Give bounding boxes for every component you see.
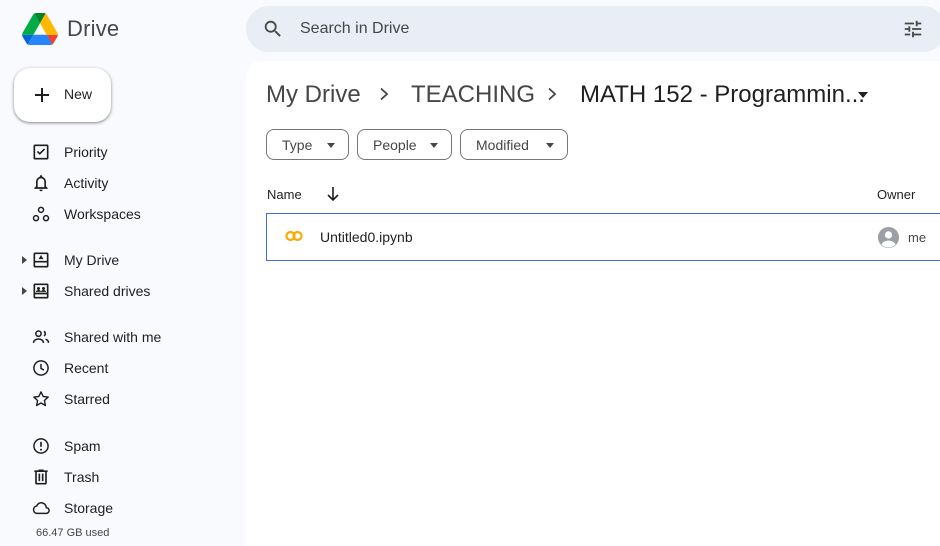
people-icon <box>32 330 50 343</box>
sort-descending-icon[interactable] <box>326 186 340 202</box>
breadcrumb-item-teaching[interactable]: TEACHING <box>411 81 535 109</box>
sidebar-item-label: Trash <box>64 469 100 485</box>
trash-icon <box>34 469 48 485</box>
app-title: Drive <box>67 16 120 41</box>
caret-right-icon[interactable] <box>22 256 28 264</box>
main-panel: My Drive TEACHING MATH 152 - Programmin.… <box>246 61 940 546</box>
sidebar-item-label: Starred <box>64 391 110 407</box>
table-row[interactable]: Untitled0.ipynb me <box>266 213 940 261</box>
chevron-right-icon <box>380 87 389 101</box>
column-header-name[interactable]: Name <box>267 187 302 202</box>
new-button[interactable]: New <box>14 68 111 122</box>
my-drive-icon <box>33 252 49 268</box>
filter-modified-chip[interactable]: Modified <box>460 129 568 160</box>
sidebar-item-my-drive[interactable]: My Drive <box>22 246 242 274</box>
sidebar-item-label: Priority <box>64 144 108 160</box>
shared-drives-icon <box>33 283 49 299</box>
bell-icon <box>34 175 48 192</box>
sidebar-item-shared-with-me[interactable]: Shared with me <box>22 323 242 351</box>
new-button-label: New <box>64 86 93 102</box>
file-name[interactable]: Untitled0.ipynb <box>320 229 413 245</box>
dropdown-arrow-icon <box>327 143 335 148</box>
chevron-right-icon <box>548 87 557 101</box>
sidebar-item-label: Recent <box>64 360 109 376</box>
sidebar-item-workspaces[interactable]: Workspaces <box>22 200 242 228</box>
breadcrumb-current-folder[interactable]: MATH 152 - Programmin... <box>580 81 865 109</box>
dropdown-arrow-icon <box>546 143 554 148</box>
sidebar-item-trash[interactable]: Trash <box>22 463 242 491</box>
sidebar-item-spam[interactable]: Spam <box>22 432 242 460</box>
sidebar-item-label: Spam <box>64 438 101 454</box>
cloud-icon <box>32 502 50 515</box>
sidebar-item-label: Activity <box>64 175 109 191</box>
sidebar-item-label: My Drive <box>64 252 120 268</box>
filter-people-label: People <box>373 137 417 153</box>
star-icon <box>33 391 49 407</box>
search-icon[interactable] <box>262 18 284 40</box>
spam-icon <box>33 438 49 454</box>
filter-type-chip[interactable]: Type <box>266 129 349 160</box>
filter-modified-label: Modified <box>476 137 529 153</box>
sidebar-item-recent[interactable]: Recent <box>22 354 242 382</box>
workspaces-icon <box>32 206 50 222</box>
search-options-icon[interactable] <box>902 18 924 40</box>
dropdown-arrow-icon[interactable] <box>858 92 868 98</box>
sidebar-item-label: Shared drives <box>64 283 151 299</box>
sidebar-item-shared-drives[interactable]: Shared drives <box>22 277 242 305</box>
drive-logo-icon <box>22 13 58 45</box>
sidebar-item-label: Storage <box>64 500 114 516</box>
clock-icon <box>33 360 49 376</box>
search-bar[interactable] <box>246 6 940 52</box>
drive-logo[interactable]: Drive <box>22 12 119 46</box>
filter-people-chip[interactable]: People <box>357 129 452 160</box>
sidebar-item-storage[interactable]: Storage <box>22 494 242 522</box>
column-header-owner[interactable]: Owner <box>877 187 915 202</box>
sidebar-item-activity[interactable]: Activity <box>22 169 242 197</box>
colab-icon <box>285 230 303 242</box>
plus-icon <box>35 88 49 102</box>
search-input[interactable] <box>300 16 860 42</box>
check-circle-icon <box>33 144 49 160</box>
sidebar-item-starred[interactable]: Starred <box>22 385 242 413</box>
sidebar-item-label: Shared with me <box>64 329 162 345</box>
breadcrumb-item-my-drive[interactable]: My Drive <box>266 81 361 109</box>
caret-right-icon[interactable] <box>22 287 28 295</box>
dropdown-arrow-icon <box>430 143 438 148</box>
avatar <box>877 226 900 249</box>
sidebar-item-priority[interactable]: Priority <box>22 138 242 166</box>
storage-used-text: 66.47 GB used <box>36 527 110 539</box>
filter-type-label: Type <box>282 137 313 153</box>
file-owner: me <box>908 230 927 245</box>
sidebar-item-label: Workspaces <box>64 206 141 222</box>
